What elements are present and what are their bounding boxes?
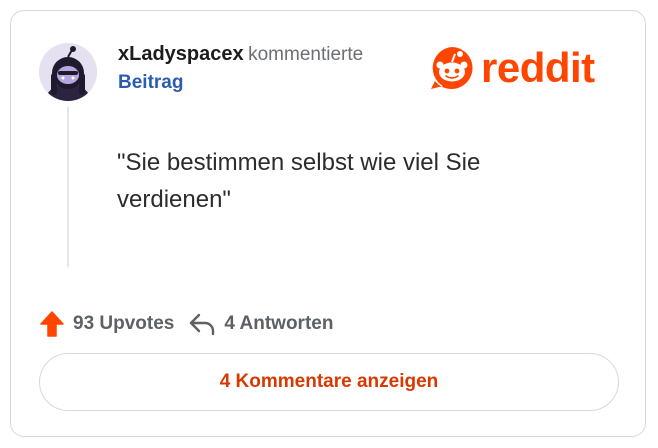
- comment-body: "Sie bestimmen selbst wie viel Sie verdi…: [117, 149, 481, 213]
- avatar-image: [39, 43, 97, 101]
- reddit-wordmark: reddit: [481, 44, 595, 91]
- username-link[interactable]: xLadyspacex: [118, 43, 244, 65]
- comment-header: xLadyspacex kommentierte Beitrag: [118, 41, 418, 96]
- upvote-button[interactable]: 93 Upvotes: [39, 310, 174, 338]
- view-comments-label: 4 Kommentare anzeigen: [219, 371, 439, 392]
- upvote-arrow-icon: [40, 311, 64, 337]
- reply-button[interactable]: 4 Antworten: [188, 311, 333, 337]
- upvote-count: 93 Upvotes: [73, 313, 175, 334]
- reply-count: 4 Antworten: [224, 313, 334, 334]
- comment-card: xLadyspacex kommentierte Beitrag reddit …: [10, 10, 646, 437]
- comment-actions: 93 Upvotes 4 Antworten: [39, 309, 347, 339]
- reddit-logo[interactable]: reddit: [429, 45, 595, 91]
- post-link[interactable]: Beitrag: [118, 69, 418, 96]
- reddit-snoo-icon: [431, 47, 473, 89]
- thread-line: [67, 107, 69, 267]
- reply-arrow-icon: [190, 313, 215, 336]
- avatar[interactable]: [39, 43, 97, 101]
- view-comments-button[interactable]: 4 Kommentare anzeigen: [39, 353, 619, 411]
- action-text: kommentierte: [248, 44, 364, 65]
